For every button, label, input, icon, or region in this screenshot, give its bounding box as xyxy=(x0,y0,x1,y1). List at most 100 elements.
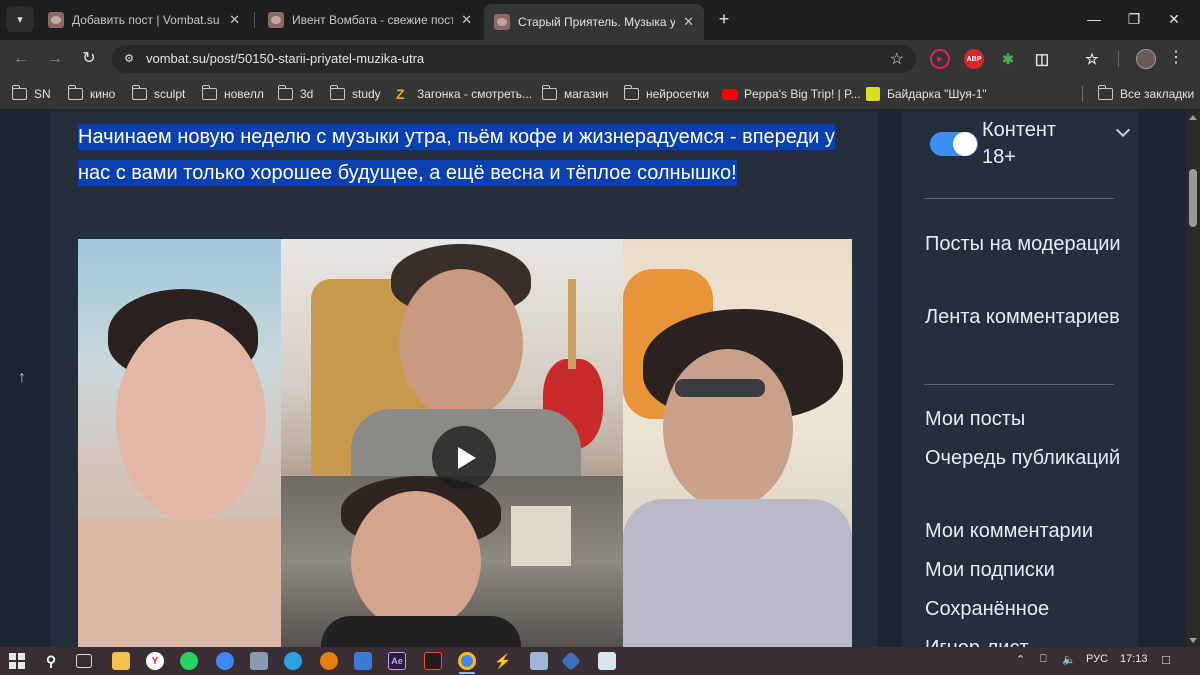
whatsapp-icon[interactable] xyxy=(180,652,198,670)
bookmark-novell[interactable]: новелл xyxy=(202,85,264,103)
bookmark-label: 3d xyxy=(300,87,314,101)
adblock-plus-icon[interactable]: ABP xyxy=(964,49,984,69)
chevron-down-icon[interactable] xyxy=(1115,122,1131,138)
volume-icon[interactable]: 🔈 xyxy=(1062,653,1076,666)
yandex-browser-icon[interactable]: Y xyxy=(146,652,164,670)
wall-picture xyxy=(511,506,571,566)
bookmark-label: нейросетки xyxy=(646,87,710,101)
calculator-icon[interactable] xyxy=(250,652,268,670)
selected-text: Начинаем новую неделю с музыки утра, пьё… xyxy=(78,124,835,186)
input-language[interactable]: РУС xyxy=(1086,653,1108,665)
chrome-icon[interactable] xyxy=(458,652,476,670)
bookmark-star-icon[interactable]: ☆ xyxy=(890,49,904,69)
tab-bar: ▾ Добавить пост | Vombat.su ✕ Ивент Вомб… xyxy=(0,0,1200,40)
tray-overflow-icon[interactable]: ⌃ xyxy=(1016,653,1025,666)
person-shirt xyxy=(321,616,521,647)
puzzle-color-extension-icon[interactable]: ✱ xyxy=(998,49,1018,69)
sidebar-link-my-subscriptions[interactable]: Мои подписки xyxy=(925,553,1125,587)
bookmark-3d[interactable]: 3d xyxy=(278,85,313,103)
person-shirt xyxy=(623,499,852,647)
profile-avatar[interactable] xyxy=(1136,49,1156,69)
sidebar-link-publish-queue[interactable]: Очередь публикаций xyxy=(925,441,1125,475)
bookmark-kino[interactable]: кино xyxy=(68,85,115,103)
task-view-icon[interactable] xyxy=(76,654,92,668)
close-window-button[interactable]: ✕ xyxy=(1160,8,1188,32)
scrollbar-thumb[interactable] xyxy=(1189,169,1197,227)
video-pane-right xyxy=(623,239,852,647)
close-icon[interactable]: ✕ xyxy=(461,12,472,28)
vombat-favicon-icon xyxy=(494,14,510,30)
vombat-favicon-icon xyxy=(48,12,64,28)
all-bookmarks-button[interactable]: Все закладки xyxy=(1098,85,1194,103)
scroll-down-icon[interactable] xyxy=(1189,638,1197,643)
telegram-icon[interactable] xyxy=(284,652,302,670)
forward-button[interactable]: → xyxy=(42,47,68,71)
tab-current-post[interactable]: Старый Приятель. Музыка утра ✕ xyxy=(484,4,704,40)
after-effects-icon[interactable]: Ae xyxy=(388,652,406,670)
bookmark-study[interactable]: study xyxy=(330,85,381,103)
photos-icon[interactable] xyxy=(530,652,548,670)
notepad-icon[interactable] xyxy=(598,652,616,670)
bookmark-magazin[interactable]: магазин xyxy=(542,85,608,103)
page-scrollbar[interactable] xyxy=(1186,111,1200,647)
folder-icon xyxy=(624,85,639,100)
bookmark-zagonka[interactable]: Z Загонка - смотреть... xyxy=(396,85,532,103)
figma-icon[interactable] xyxy=(424,652,442,670)
close-icon[interactable]: ✕ xyxy=(683,14,694,30)
network-app-icon[interactable] xyxy=(561,651,581,671)
scroll-to-top-icon[interactable]: ↑ xyxy=(18,369,26,387)
sidebar-link-ignore-list[interactable]: Игнор-лист xyxy=(925,631,1125,647)
close-icon[interactable]: ✕ xyxy=(229,12,240,28)
network-icon[interactable]: ⎕ xyxy=(1040,653,1047,666)
bookmark-label: новелл xyxy=(224,87,264,101)
bookmark-label: sculpt xyxy=(154,87,186,101)
tab-search-button[interactable]: ▾ xyxy=(6,6,34,32)
windows-start-icon[interactable] xyxy=(8,652,26,670)
person-face xyxy=(116,319,266,519)
site-info-icon[interactable]: ⚙ xyxy=(120,50,138,68)
reload-button[interactable]: ↻ xyxy=(76,47,102,71)
bookmark-peppa[interactable]: Peppa's Big Trip! | P... xyxy=(722,85,861,103)
lightning-app-icon[interactable]: ⚡ xyxy=(494,652,512,670)
blender-icon[interactable] xyxy=(320,652,338,670)
bookmarks-manager-icon[interactable]: ☆ xyxy=(1082,49,1102,69)
address-bar[interactable]: ⚙ vombat.su/post/50150-starii-priyatel-m… xyxy=(112,45,916,73)
person-face xyxy=(399,269,523,419)
bookmark-sn[interactable]: SN xyxy=(12,85,51,103)
sidebar-link-my-comments[interactable]: Мои комментарии xyxy=(925,514,1125,548)
notifications-icon[interactable]: □ xyxy=(1162,652,1170,667)
vombat-favicon-icon xyxy=(268,12,284,28)
bookmark-label: Peppa's Big Trip! | P... xyxy=(744,87,861,101)
restore-button[interactable]: ❐ xyxy=(1120,8,1148,32)
back-button[interactable]: ← xyxy=(8,47,34,71)
more-menu-icon[interactable]: ⋮ xyxy=(1166,48,1186,70)
chrome-alt-icon[interactable] xyxy=(216,652,234,670)
adult-content-toggle[interactable] xyxy=(930,132,978,156)
file-explorer-icon[interactable] xyxy=(112,652,130,670)
video-player[interactable] xyxy=(78,239,852,647)
folder-icon xyxy=(132,85,147,100)
record-extension-icon[interactable]: ► xyxy=(930,49,950,69)
url-text[interactable]: vombat.su/post/50150-starii-priyatel-muz… xyxy=(146,51,424,66)
minimize-button[interactable]: — xyxy=(1080,8,1108,32)
new-tab-button[interactable]: + xyxy=(712,8,736,32)
video-pane-bottom-center xyxy=(281,476,623,647)
play-button-icon[interactable] xyxy=(432,426,496,490)
extensions-icon[interactable]: ◫ xyxy=(1032,49,1052,69)
tab-vombat-event[interactable]: Ивент Вомбата - свежие посты ✕ xyxy=(258,4,482,36)
bookmark-baidarka[interactable]: Байдарка "Шуя-1" xyxy=(866,85,987,103)
search-icon[interactable]: ⚲ xyxy=(42,652,60,670)
adult-content-toggle-row[interactable]: Контент 18+ xyxy=(930,117,1131,177)
bookmark-sculpt[interactable]: sculpt xyxy=(132,85,185,103)
scroll-up-icon[interactable] xyxy=(1189,115,1197,120)
tab-add-post[interactable]: Добавить пост | Vombat.su ✕ xyxy=(38,4,250,36)
bookmark-label: study xyxy=(352,87,381,101)
sidebar-link-saved[interactable]: Сохранённое xyxy=(925,592,1125,626)
sidebar-link-comments-feed[interactable]: Лента комментариев xyxy=(925,300,1125,334)
clock[interactable]: 17:13 xyxy=(1120,653,1148,665)
sidebar-link-moderation[interactable]: Посты на модерации xyxy=(925,227,1125,261)
app-cube-icon[interactable] xyxy=(354,652,372,670)
bookmark-neiroset[interactable]: нейросетки xyxy=(624,85,709,103)
sidebar-link-my-posts[interactable]: Мои посты xyxy=(925,402,1125,436)
bookmark-label: SN xyxy=(34,87,51,101)
